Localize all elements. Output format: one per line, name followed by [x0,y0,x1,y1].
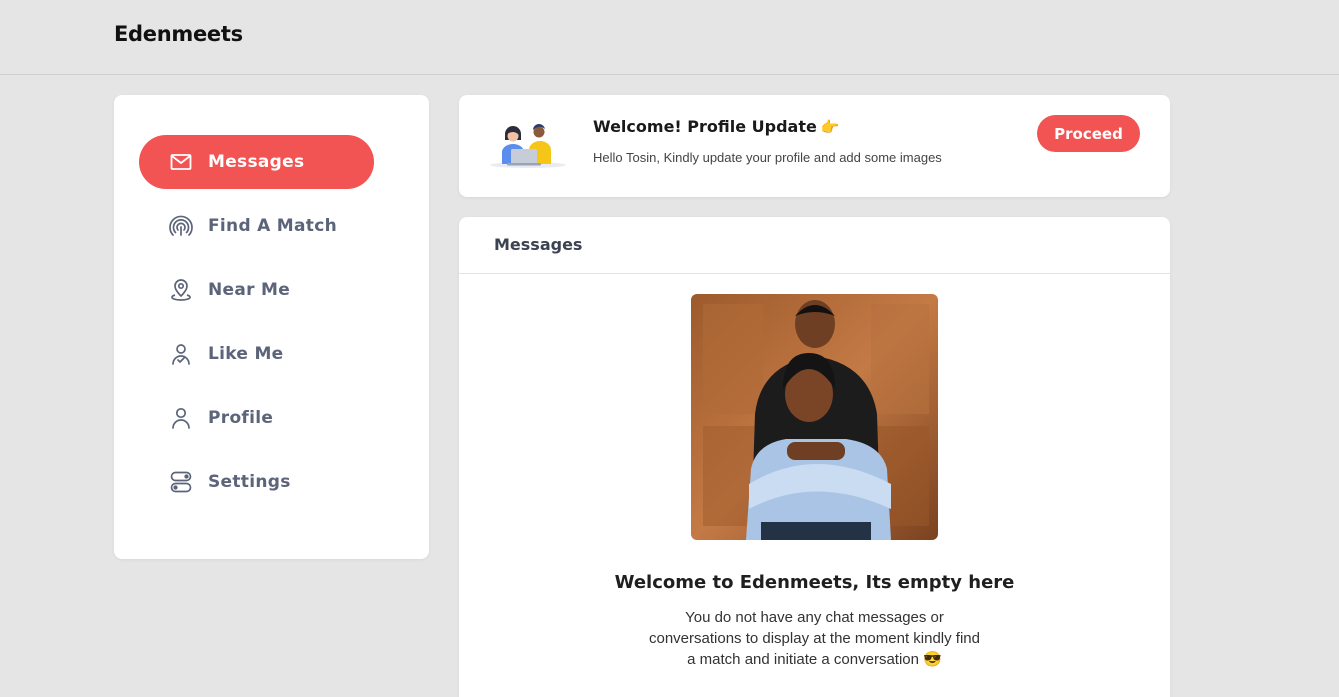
sidebar: Messages Find A Match Near Me Like Me Pr… [114,95,429,559]
pointing-hand-icon: 👉 [820,118,840,136]
welcome-title: Welcome! Profile Update 👉 [593,117,840,136]
messages-panel: Messages Welcome to Edenmeets, Its empty… [459,217,1170,697]
empty-state-text: You do not have any chat messages or con… [648,609,980,668]
user-icon [169,406,193,430]
sidebar-item-label: Near Me [208,280,291,300]
profile-update-card: Welcome! Profile Update 👉 Hello Tosin, Ki… [459,95,1170,197]
messages-header: Messages [459,217,1170,274]
couple-photo [691,294,938,540]
location-pin-icon [169,278,193,302]
couple-laptop-illustration [489,119,567,169]
sidebar-item-label: Profile [208,408,274,428]
sidebar-item-label: Find A Match [208,216,337,236]
sidebar-item-messages[interactable]: Messages [139,135,374,189]
mail-icon [169,150,193,174]
top-bar: Edenmeets [0,0,1339,75]
sidebar-item-profile[interactable]: Profile [139,391,374,445]
sidebar-item-label: Like Me [208,344,284,364]
sidebar-item-label: Settings [208,472,291,492]
brand-logo[interactable]: Edenmeets [114,22,243,46]
signal-icon [169,214,193,238]
sidebar-item-find-a-match[interactable]: Find A Match [139,199,374,253]
welcome-title-text: Welcome! Profile Update [593,117,817,136]
sidebar-item-settings[interactable]: Settings [139,455,374,509]
proceed-button[interactable]: Proceed [1037,115,1140,152]
sidebar-item-near-me[interactable]: Near Me [139,263,374,317]
sidebar-item-label: Messages [208,152,305,172]
user-check-icon [169,342,193,366]
sidebar-item-like-me[interactable]: Like Me [139,327,374,381]
toggle-settings-icon [169,470,193,494]
messages-title: Messages [494,235,583,254]
empty-state-title: Welcome to Edenmeets, Its empty here [614,572,1015,593]
welcome-subtitle: Hello Tosin, Kindly update your profile … [593,150,942,165]
